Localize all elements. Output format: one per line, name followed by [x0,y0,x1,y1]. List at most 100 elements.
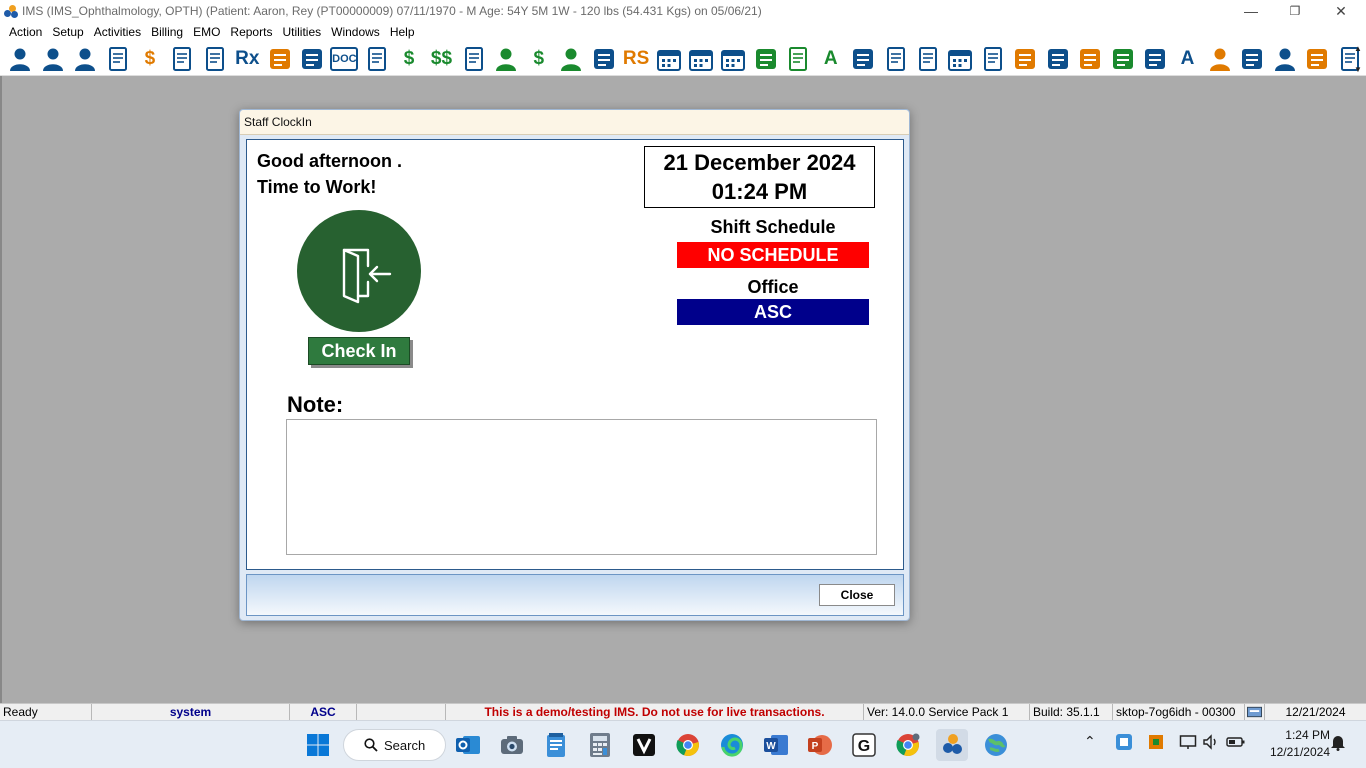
menu-bar: Action Setup Activities Billing EMO Repo… [0,22,1366,42]
vim-app-icon[interactable] [628,729,660,761]
shift-schedule-value: NO SCHEDULE [677,242,869,268]
check-in-button[interactable]: Check In [308,337,410,365]
notepad-icon[interactable] [360,44,392,74]
chrome-profile-icon[interactable] [892,729,924,761]
fax-icon[interactable] [912,44,944,74]
phone-recall-icon[interactable] [587,44,619,74]
minimize-button[interactable]: — [1228,0,1274,22]
battery-icon[interactable] [1226,733,1246,754]
phone-book-icon[interactable] [1139,44,1171,74]
svg-text:P: P [812,741,819,752]
taskbar-search[interactable]: Search [343,729,446,761]
menu-setup[interactable]: Setup [47,25,88,39]
schedule-clock-icon[interactable] [944,44,976,74]
menu-billing[interactable]: Billing [146,25,188,39]
close-button[interactable]: Close [819,584,895,606]
notepad-app-icon[interactable] [540,729,572,761]
outlook-icon[interactable] [452,729,484,761]
translate-icon[interactable]: A [1171,44,1203,74]
taskbar-clock[interactable]: 1:24 PM 12/21/2024 [1252,727,1330,761]
status-office: ASC [290,703,357,721]
close-window-button[interactable]: ✕ [1318,0,1364,22]
patient-check-icon[interactable] [36,44,68,74]
status-empty [357,703,446,721]
restore-button[interactable]: ❐ [1272,0,1318,22]
dollar-icon[interactable]: $ [393,44,425,74]
patient-verified-icon[interactable] [69,44,101,74]
lab-flask-icon[interactable] [264,44,296,74]
menu-activities[interactable]: Activities [89,25,146,39]
rs-icon[interactable]: RS [620,44,652,74]
fax-upload-icon[interactable] [879,44,911,74]
search-label: Search [384,737,426,753]
prescription-search-icon[interactable] [199,44,231,74]
task-check-icon[interactable] [782,44,814,74]
office-label: Office [747,277,799,297]
calculator-icon[interactable] [584,729,616,761]
billing-statement-icon[interactable] [458,44,490,74]
scroll-down-icon[interactable]: ▼ [1354,65,1362,74]
menu-reports[interactable]: Reports [225,25,277,39]
double-dollar-icon[interactable]: $$ [425,44,457,74]
edge-icon[interactable] [716,729,748,761]
network-icon[interactable] [1179,733,1197,754]
current-date: 21 December 2024 [663,150,856,175]
pie-chart-icon[interactable] [1009,44,1041,74]
alarm-clock-icon[interactable] [1301,44,1333,74]
superbill-icon[interactable]: $ [134,44,166,74]
svg-text:W: W [766,741,776,752]
menu-windows[interactable]: Windows [326,25,385,39]
letter-a-icon[interactable]: A [815,44,847,74]
toolbar-scroll[interactable]: ▲ ▼ [1352,44,1364,74]
current-time: 01:24 PM [711,179,808,204]
menu-action[interactable]: Action [4,25,47,39]
checkin-door-icon[interactable] [297,210,421,332]
camera-icon[interactable] [496,729,528,761]
arrow-tag-icon[interactable] [847,44,879,74]
team-icon[interactable] [1204,44,1236,74]
eprescribe-icon[interactable] [296,44,328,74]
patient-payment-icon[interactable] [555,44,587,74]
edit-document-icon[interactable] [101,44,133,74]
greeting-line-1: Good afternoon . [257,151,402,171]
tray-office-icon[interactable] [1147,733,1165,754]
menu-emo[interactable]: EMO [188,25,225,39]
calendar-edit-icon[interactable] [717,44,749,74]
status-user: system [92,703,290,721]
tray-overflow-icon[interactable]: ⌃ [1084,733,1096,750]
exit-door-icon[interactable] [750,44,782,74]
scroll-up-icon[interactable]: ▲ [1354,44,1362,53]
binder-icon[interactable] [1106,44,1138,74]
word-icon[interactable]: W [760,729,792,761]
note-textarea[interactable] [286,419,877,555]
payment-icon[interactable]: $ [523,44,555,74]
rx-icon[interactable]: Rx [231,44,263,74]
support-icon[interactable] [1269,44,1301,74]
growth-chart-icon[interactable] [1236,44,1268,74]
windows-start-icon[interactable] [302,729,334,761]
demographics-icon[interactable] [166,44,198,74]
volume-icon[interactable] [1202,733,1220,754]
office-value: ASC [677,299,869,325]
powerpoint-icon[interactable]: P [804,729,836,761]
doc-icon[interactable]: DOC [330,46,359,71]
payment-user-icon[interactable] [490,44,522,74]
chrome-icon[interactable] [672,729,704,761]
globe-app-icon[interactable] [980,729,1012,761]
patient-icon[interactable] [4,44,36,74]
folder-icon[interactable] [1074,44,1106,74]
dialog-footer: Close [246,574,904,616]
status-warning: This is a demo/testing IMS. Do not use f… [446,703,864,721]
checklist-icon[interactable] [977,44,1009,74]
menu-help[interactable]: Help [385,25,420,39]
menu-utilities[interactable]: Utilities [277,25,326,39]
contact-card-icon[interactable] [1042,44,1074,74]
ims-app-icon[interactable] [936,729,968,761]
calendar-icon[interactable] [652,44,684,74]
calendar-grid-icon[interactable] [685,44,717,74]
tray-app-icon[interactable] [1115,733,1133,754]
notification-bell-icon[interactable] [1330,733,1346,754]
greeting: Good afternoon . Time to Work! [257,148,402,200]
g-app-icon[interactable]: G [848,729,880,761]
dialog-title: Staff ClockIn [240,110,909,135]
